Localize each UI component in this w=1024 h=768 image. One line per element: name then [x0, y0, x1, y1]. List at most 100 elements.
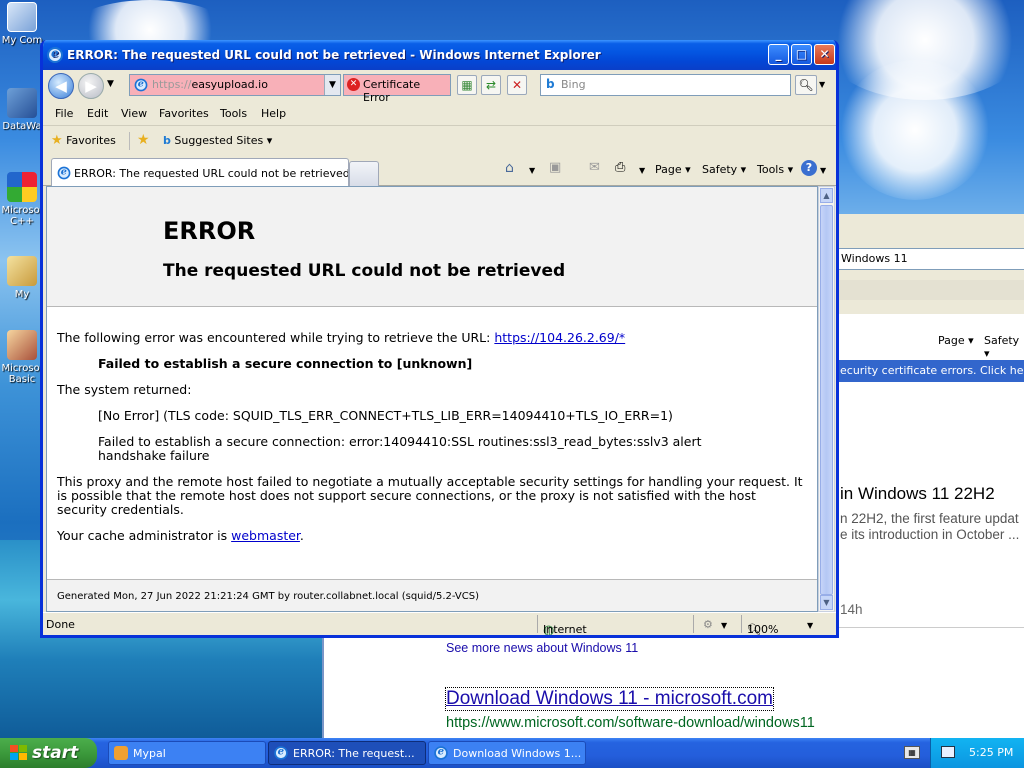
tools-menu[interactable]: Tools ▾: [757, 163, 793, 176]
help-dropdown-icon[interactable]: ▼: [820, 166, 826, 175]
address-bar[interactable]: https://easyupload.io ▼: [129, 74, 341, 96]
protected-mode-dropdown-icon[interactable]: ▼: [721, 621, 727, 630]
print-dropdown-icon[interactable]: ▼: [639, 166, 645, 175]
navigation-bar: ◀ ▶ ▼ https://easyupload.io ▼ ✕ Certific…: [43, 70, 836, 104]
recent-pages-dropdown-icon[interactable]: ▼: [107, 79, 114, 89]
read-mail-icon[interactable]: ✉: [589, 160, 600, 175]
new-tab-button[interactable]: [349, 161, 379, 186]
error-heading: ERROR: [163, 217, 256, 245]
refresh-icon[interactable]: ⇄: [481, 75, 501, 95]
close-button[interactable]: ✕: [814, 44, 835, 65]
news-headline[interactable]: in Windows 11 22H2: [840, 484, 1024, 504]
suggested-sites-label: Suggested Sites ▾: [174, 134, 273, 147]
home-dropdown-icon[interactable]: ▼: [529, 166, 535, 175]
stop-icon[interactable]: ✕: [507, 75, 527, 95]
keyboard-layout-icon[interactable]: ▦: [904, 746, 920, 759]
help-icon[interactable]: ?: [801, 160, 817, 176]
menu-favorites[interactable]: Favorites: [159, 107, 209, 120]
news-snippet: e its introduction in October ...: [840, 527, 1020, 542]
status-text: Done: [46, 618, 75, 631]
desktop-icon-label: Microsol C++: [1, 205, 43, 227]
cache-admin-text: Your cache administrator is: [57, 528, 228, 543]
bing-icon: b: [163, 134, 171, 147]
menu-help[interactable]: Help: [261, 107, 286, 120]
ssl-error-line: handshake failure: [98, 448, 210, 463]
security-info-bar[interactable]: ecurity certificate errors. Click here f…: [836, 360, 1024, 382]
desktop-icon-datawarehouse[interactable]: DataWa: [0, 88, 44, 132]
background-safety-menu[interactable]: Safety ▾: [984, 334, 1024, 360]
taskbar-item-download-windows[interactable]: Download Windows 1...: [428, 741, 586, 765]
zoom-level: 100%: [747, 623, 779, 636]
compatibility-view-icon[interactable]: ▦: [457, 75, 477, 95]
menu-bar: File Edit View Favorites Tools Help: [43, 102, 836, 126]
desktop-icon-label: DataWa: [2, 121, 42, 132]
add-to-favorites-bar-icon[interactable]: ★: [137, 132, 150, 148]
bing-icon: b: [546, 77, 555, 91]
menu-view[interactable]: View: [121, 107, 147, 120]
proxy-explanation-line: is possible that the remote host does no…: [57, 488, 756, 503]
taskbar-item-mypal[interactable]: Mypal: [108, 741, 266, 765]
background-page-menu[interactable]: Page ▾: [938, 334, 974, 347]
desktop-icon-my-computer[interactable]: My Com: [0, 2, 44, 46]
menu-edit[interactable]: Edit: [87, 107, 108, 120]
status-bar: Done ◍ Internet ⚙ ▼ 🔍︎ 100% ▼: [43, 612, 836, 635]
menu-tools[interactable]: Tools: [220, 107, 247, 120]
search-icon[interactable]: 🔍︎: [795, 75, 817, 95]
print-icon[interactable]: ⎙: [615, 160, 625, 175]
feeds-icon[interactable]: ▣: [549, 160, 561, 175]
maximize-button[interactable]: □: [791, 44, 812, 65]
certificate-error-button[interactable]: ✕ Certificate Error: [343, 74, 451, 104]
tls-error-code: [No Error] (TLS code: SQUID_TLS_ERR_CONN…: [98, 408, 673, 423]
scroll-down-icon[interactable]: ▼: [820, 595, 833, 610]
news-time: 14h: [840, 602, 863, 617]
desktop-icon-visual-basic[interactable]: Microsol Basic: [0, 330, 44, 385]
safety-menu[interactable]: Safety ▾: [702, 163, 746, 176]
visual-cpp-icon: [7, 172, 37, 202]
background-address-bar[interactable]: Windows 11: [836, 248, 1024, 270]
ie-window[interactable]: ERROR: The requested URL could not be re…: [40, 40, 839, 638]
desktop-cloud: [840, 60, 990, 200]
divider: [838, 627, 1024, 628]
address-dropdown-icon[interactable]: ▼: [324, 75, 340, 95]
proxy-explanation-line: This proxy and the remote host failed to…: [57, 474, 803, 489]
error-subheading: The requested URL could not be retrieved: [163, 261, 566, 281]
back-button[interactable]: ◀: [48, 73, 74, 99]
search-options-icon[interactable]: ▼: [819, 80, 825, 89]
vertical-scrollbar[interactable]: ▲ ▼: [818, 186, 835, 612]
certificate-error-label: Certificate Error: [363, 78, 421, 104]
cache-admin-line: Your cache administrator is webmaster.: [57, 529, 304, 543]
error-url-link[interactable]: https://104.26.2.69/*: [494, 330, 625, 345]
start-button[interactable]: start: [0, 738, 97, 768]
zoom-dropdown-icon[interactable]: ▼: [807, 621, 813, 630]
title-bar[interactable]: ERROR: The requested URL could not be re…: [43, 40, 836, 70]
search-result-title[interactable]: Download Windows 11 - microsoft.com: [445, 687, 774, 711]
news-snippet: n 22H2, the first feature updat: [840, 511, 1019, 526]
forward-button[interactable]: ▶: [78, 73, 104, 99]
scrollbar-thumb[interactable]: [820, 205, 833, 595]
windows-flag-icon: [10, 745, 28, 761]
certificate-error-icon: ✕: [347, 78, 360, 91]
webmaster-link[interactable]: webmaster: [231, 528, 300, 543]
desktop-icon-visual-cpp[interactable]: Microsol C++: [0, 172, 44, 227]
menu-file[interactable]: File: [55, 107, 73, 120]
window-title: ERROR: The requested URL could not be re…: [67, 48, 601, 62]
protected-mode-icon[interactable]: ⚙: [703, 618, 713, 631]
suggested-sites-button[interactable]: b Suggested Sites ▾: [163, 134, 272, 147]
home-icon[interactable]: ⌂: [505, 160, 514, 176]
network-icon[interactable]: [941, 746, 955, 758]
desktop-icon-my-documents[interactable]: My: [0, 256, 44, 300]
favorites-button[interactable]: ★ Favorites: [51, 133, 116, 148]
scroll-up-icon[interactable]: ▲: [820, 188, 833, 203]
clock[interactable]: 5:25 PM: [969, 746, 1013, 759]
search-input[interactable]: b Bing: [540, 74, 791, 96]
tab-error-page[interactable]: ERROR: The requested URL could not be re…: [51, 158, 349, 186]
minimize-button[interactable]: _: [768, 44, 789, 65]
favorites-star-icon: ★: [51, 133, 63, 148]
ssl-error-line: Failed to establish a secure connection:…: [98, 434, 702, 449]
error-intro-text: The following error was encountered whil…: [57, 330, 491, 345]
start-label: start: [32, 743, 79, 763]
system-returned-label: The system returned:: [57, 382, 192, 397]
page-menu[interactable]: Page ▾: [655, 163, 691, 176]
see-more-news-link[interactable]: See more news about Windows 11: [446, 641, 638, 655]
taskbar-item-ie-error[interactable]: ERROR: The request...: [268, 741, 426, 765]
